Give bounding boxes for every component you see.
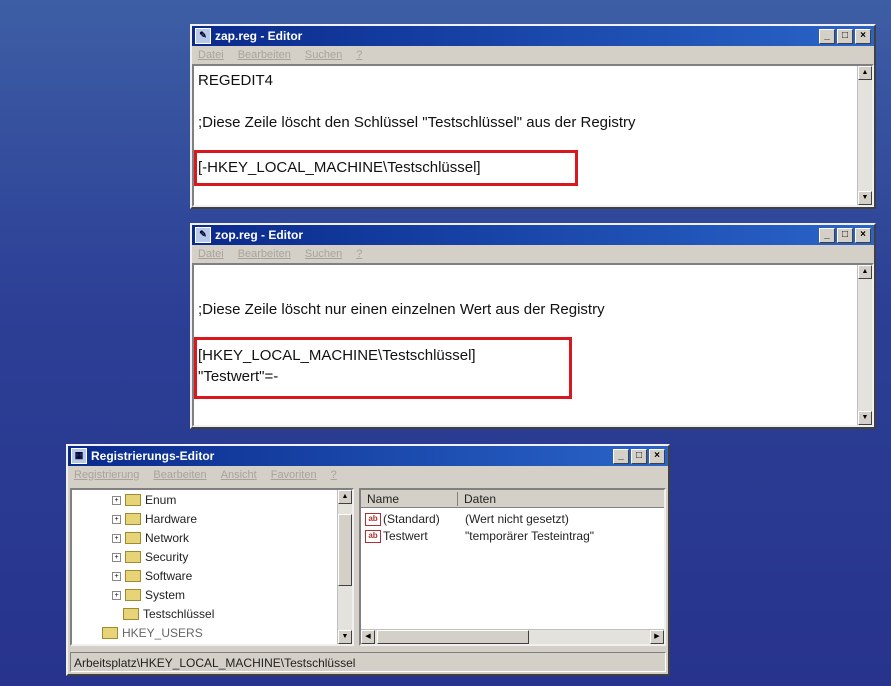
- maximize-button[interactable]: □: [837, 28, 853, 44]
- tree-scrollbar[interactable]: ▲ ▼: [337, 490, 352, 644]
- menu-suchen[interactable]: Suchen: [305, 248, 342, 260]
- scroll-right-button[interactable]: ▶: [650, 630, 664, 644]
- column-header-name[interactable]: Name: [361, 491, 458, 506]
- column-header-daten[interactable]: Daten: [458, 492, 496, 506]
- menu-favoriten[interactable]: Favoriten: [271, 469, 317, 481]
- scroll-down-button[interactable]: ▼: [858, 191, 872, 205]
- title-bar: ✎ zop.reg - Editor _ □ ×: [192, 225, 874, 245]
- scroll-up-button[interactable]: ▲: [338, 490, 352, 504]
- menu-datei[interactable]: Datei: [198, 248, 224, 260]
- string-value-icon: ab: [365, 529, 381, 543]
- folder-icon: [125, 589, 141, 601]
- minimize-button[interactable]: _: [819, 227, 835, 243]
- tree-item-network[interactable]: + Network: [112, 531, 189, 545]
- menu-suchen[interactable]: Suchen: [305, 49, 342, 61]
- folder-icon: [125, 494, 141, 506]
- menu-help[interactable]: ?: [356, 49, 362, 61]
- minimize-button[interactable]: _: [613, 448, 629, 464]
- expand-icon[interactable]: +: [112, 571, 121, 581]
- folder-icon: [102, 627, 118, 639]
- horizontal-scrollbar[interactable]: ◀ ▶: [361, 629, 664, 644]
- menu-ansicht[interactable]: Ansicht: [221, 469, 257, 481]
- scroll-left-button[interactable]: ◀: [361, 630, 375, 644]
- menu-bar: Registrierung Bearbeiten Ansicht Favorit…: [68, 466, 668, 483]
- close-button[interactable]: ×: [855, 227, 871, 243]
- expand-icon[interactable]: +: [112, 590, 121, 600]
- highlight-box: [194, 337, 572, 399]
- column-headers: Name Daten: [361, 490, 664, 508]
- close-button[interactable]: ×: [649, 448, 665, 464]
- close-button[interactable]: ×: [855, 28, 871, 44]
- editor-window-zap: ✎ zap.reg - Editor _ □ × Datei Bearbeite…: [190, 24, 876, 209]
- registry-editor-window: ▦ Registrierungs-Editor _ □ × Registrier…: [66, 444, 670, 676]
- menu-bar: Datei Bearbeiten Suchen ?: [192, 245, 874, 262]
- vertical-scrollbar[interactable]: ▲ ▼: [857, 66, 872, 205]
- desktop: { "editor1": { "title": "zap.reg - Edito…: [0, 0, 891, 686]
- tree-item-software[interactable]: + Software: [112, 569, 192, 583]
- expand-icon[interactable]: +: [112, 533, 121, 543]
- values-pane[interactable]: Name Daten ab (Standard) (Wert nicht ges…: [359, 488, 666, 646]
- minimize-button[interactable]: _: [819, 28, 835, 44]
- scroll-up-button[interactable]: ▲: [858, 265, 872, 279]
- highlight-box: [194, 150, 578, 186]
- menu-datei[interactable]: Datei: [198, 49, 224, 61]
- tree-item-enum[interactable]: + Enum: [112, 493, 176, 507]
- title-bar: ▦ Registrierungs-Editor _ □ ×: [68, 446, 668, 466]
- open-folder-icon: [123, 608, 139, 620]
- notepad-icon: ✎: [195, 28, 211, 44]
- menu-bar: Datei Bearbeiten Suchen ?: [192, 46, 874, 63]
- string-value-icon: ab: [365, 512, 381, 526]
- editor-window-zop: ✎ zop.reg - Editor _ □ × Datei Bearbeite…: [190, 223, 876, 429]
- folder-icon: [125, 532, 141, 544]
- menu-bearbeiten[interactable]: Bearbeiten: [153, 469, 206, 481]
- vertical-scrollbar[interactable]: ▲ ▼: [857, 265, 872, 425]
- expand-icon[interactable]: +: [112, 514, 121, 524]
- status-bar: Arbeitsplatz\HKEY_LOCAL_MACHINE\Testschl…: [70, 652, 666, 672]
- scroll-down-button[interactable]: ▼: [338, 630, 352, 644]
- folder-icon: [125, 551, 141, 563]
- menu-help[interactable]: ?: [331, 469, 337, 481]
- tree-item-hkey-users[interactable]: HKEY_USERS: [102, 626, 203, 640]
- scroll-thumb[interactable]: [338, 514, 352, 586]
- folder-icon: [125, 513, 141, 525]
- tree-item-system[interactable]: + System: [112, 588, 185, 602]
- menu-registrierung[interactable]: Registrierung: [74, 469, 139, 481]
- title-bar: ✎ zap.reg - Editor _ □ ×: [192, 26, 874, 46]
- regedit-icon: ▦: [71, 448, 87, 464]
- maximize-button[interactable]: □: [631, 448, 647, 464]
- menu-bearbeiten[interactable]: Bearbeiten: [238, 49, 291, 61]
- window-title: zap.reg - Editor: [215, 29, 303, 43]
- scroll-up-button[interactable]: ▲: [858, 66, 872, 80]
- text-area[interactable]: REGEDIT4 ;Diese Zeile löscht den Schlüss…: [192, 64, 874, 207]
- tree-item-hardware[interactable]: + Hardware: [112, 512, 197, 526]
- expand-icon[interactable]: +: [112, 552, 121, 562]
- expand-icon[interactable]: +: [112, 495, 121, 505]
- menu-help[interactable]: ?: [356, 248, 362, 260]
- scroll-down-button[interactable]: ▼: [858, 411, 872, 425]
- text-line: ;Diese Zeile löscht den Schlüssel "Tests…: [198, 114, 636, 131]
- menu-bearbeiten[interactable]: Bearbeiten: [238, 248, 291, 260]
- tree-pane[interactable]: + Enum + Hardware + Network + Security + Soft…: [70, 488, 354, 646]
- tree-item-testschluessel[interactable]: Testschlüssel: [123, 607, 214, 621]
- scroll-thumb[interactable]: [377, 630, 529, 644]
- window-title: Registrierungs-Editor: [91, 449, 215, 463]
- folder-icon: [125, 570, 141, 582]
- text-line: REGEDIT4: [198, 72, 274, 89]
- list-item[interactable]: ab (Standard) (Wert nicht gesetzt): [365, 512, 569, 526]
- window-title: zop.reg - Editor: [215, 228, 303, 242]
- text-area[interactable]: ;Diese Zeile löscht nur einen einzelnen …: [192, 263, 874, 427]
- tree-item-security[interactable]: + Security: [112, 550, 188, 564]
- notepad-icon: ✎: [195, 227, 211, 243]
- maximize-button[interactable]: □: [837, 227, 853, 243]
- list-item[interactable]: ab Testwert "temporärer Testeintrag": [365, 529, 594, 543]
- text-line: ;Diese Zeile löscht nur einen einzelnen …: [198, 301, 605, 318]
